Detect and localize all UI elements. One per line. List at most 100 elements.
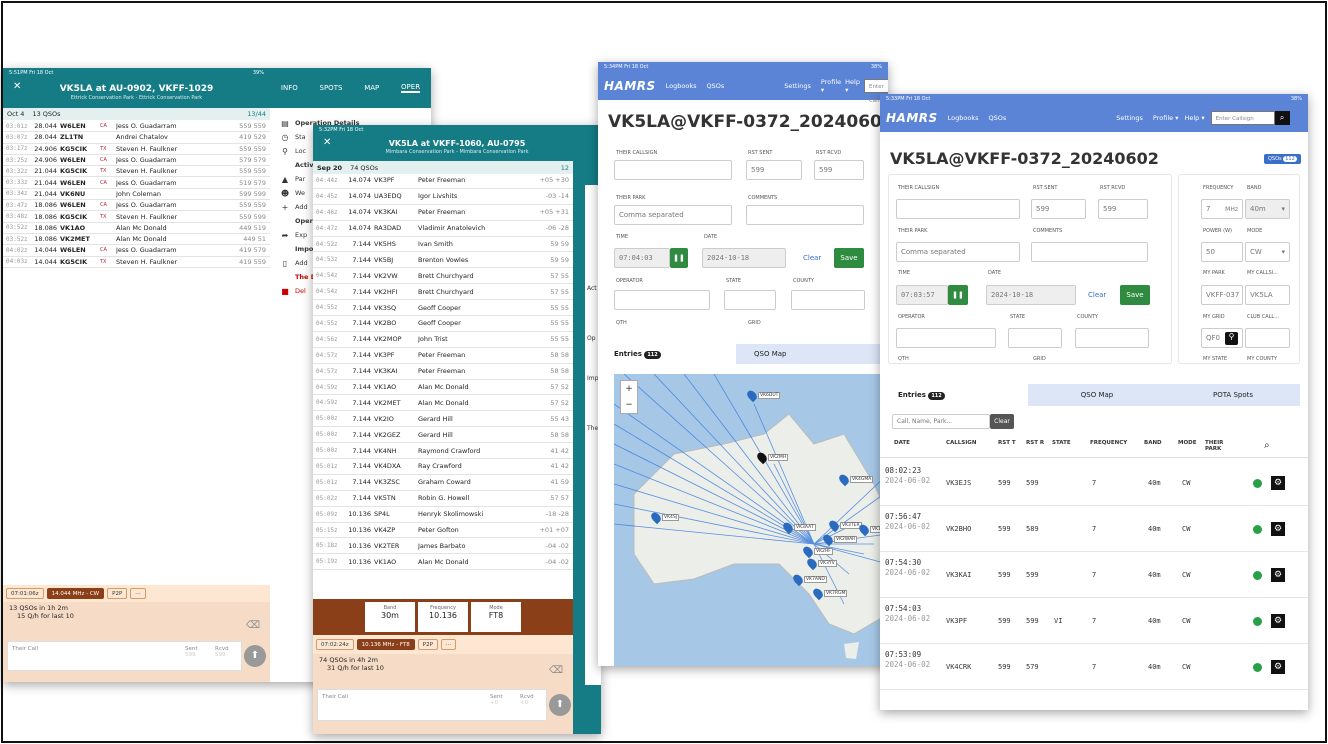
pause-button[interactable]: ❚❚ xyxy=(948,285,968,305)
qso-row[interactable]: 03:47z 18.086 W6LEN CA Jess O. Guadarram 559 … xyxy=(3,200,270,212)
qso-row[interactable]: 05:01z 7.144 VK3ZSC Graham Coward 41 59 xyxy=(313,475,573,491)
sent-input[interactable]: Sent 599 xyxy=(181,642,211,670)
tab-info[interactable]: INFO xyxy=(281,84,298,92)
their-callsign-input[interactable] xyxy=(614,160,732,180)
rst-sent-input[interactable]: 599 xyxy=(746,160,802,180)
filter-clear-button[interactable]: Clear xyxy=(990,414,1014,429)
rcvd-input[interactable]: Rcvd +0 xyxy=(516,690,546,720)
close-icon[interactable]: ✕ xyxy=(13,81,21,92)
nav-qsos[interactable]: QSOs xyxy=(989,114,1007,122)
clear-link[interactable]: Clear xyxy=(803,254,821,262)
qso-row[interactable]: 03:34z 21.044 VK6NU John Coleman 599 599 xyxy=(3,189,270,201)
column-header[interactable]: DATE xyxy=(894,440,938,446)
qso-row[interactable]: 04:02z 14.044 W6LEN CA Jess O. Guadarram 419 … xyxy=(3,245,270,257)
qso-row[interactable]: 04:46z 14.074 VK3KAI Peter Freeman +05 +31 xyxy=(313,205,573,221)
qsos-badge[interactable]: QSOs 112 xyxy=(1264,154,1301,164)
comments-input[interactable] xyxy=(746,205,864,225)
tab-oper[interactable]: OPER xyxy=(401,83,421,93)
my-park-input[interactable]: VKFF-037 xyxy=(1201,285,1243,305)
gear-icon[interactable]: ⚙ xyxy=(1271,476,1285,490)
entries-filter-input[interactable]: Call, Name, Park... xyxy=(892,414,990,429)
qso-row[interactable]: 05:15z 10.136 VK4ZP Peter Gofton +01 +07 xyxy=(313,523,573,539)
mode-box[interactable]: Mode FT8 xyxy=(471,602,521,632)
qso-row[interactable]: 04:56z 7.144 VK2MOP John Trist 55 55 xyxy=(313,332,573,348)
rcvd-input[interactable]: Rcvd 599 xyxy=(211,642,241,670)
qso-row[interactable]: 04:55z 7.144 VK3SQ Geoff Cooper 55 55 xyxy=(313,300,573,317)
nav-settings[interactable]: Settings xyxy=(784,82,811,90)
operator-input[interactable] xyxy=(896,328,996,348)
qso-row[interactable]: 04:54z 7.144 VK2HFI Brett Churchyard 57 55 xyxy=(313,284,573,301)
tab-map[interactable]: MAP xyxy=(364,84,379,92)
frequency-box[interactable]: Frequency 10.136 xyxy=(418,602,468,632)
qso-row[interactable]: 04:55z 7.144 VK2BO Geoff Cooper 55 55 xyxy=(313,316,573,332)
county-input[interactable] xyxy=(791,290,865,310)
operator-input[interactable] xyxy=(614,290,710,310)
qso-row[interactable]: 04:59z 7.144 VK2MET Alan Mc Donald 57 52 xyxy=(313,395,573,412)
tab-entries[interactable]: Entries 112 xyxy=(888,384,1028,406)
mode-chip[interactable]: P2P xyxy=(107,588,128,599)
qso-row[interactable]: 03:48z 18.086 KG5CIK TX Steven H. Faulkner 55… xyxy=(3,211,270,223)
qso-row[interactable]: 03:07z 28.044 ZL1TN Andrei Chatalov 419 529 xyxy=(3,132,270,144)
more-chip[interactable]: ⋯ xyxy=(440,639,457,650)
rst-rcvd-input[interactable]: 599 xyxy=(814,160,864,180)
qso-row[interactable]: 05:00z 7.144 VK2IO Gerard Hill 55 43 xyxy=(313,411,573,428)
gear-icon[interactable]: ⚙ xyxy=(1271,660,1285,674)
club-call-input[interactable] xyxy=(1245,328,1290,348)
qso-row[interactable]: 04:03z 14.044 KG5CIK TX Steven H. Faulkner 41… xyxy=(3,257,270,268)
clear-link[interactable]: Clear xyxy=(1088,291,1106,299)
qso-row[interactable]: 03:17z 24.906 KG5CIK TX Steven H. Faulkner 55… xyxy=(3,144,270,155)
log-button[interactable]: ⬆ xyxy=(244,645,266,667)
tab-pota-spots[interactable]: POTA Spots xyxy=(1166,391,1300,399)
date-input[interactable]: 2024-10-18 xyxy=(986,285,1076,305)
qso-row[interactable]: 05:18z 10.136 VK2TER James Barbato -04 -02 xyxy=(313,538,573,555)
close-icon[interactable]: ✕ xyxy=(323,137,331,148)
tab-entries[interactable]: Entries 112 xyxy=(606,350,736,359)
tab-qso-map[interactable]: QSO Map xyxy=(736,344,888,364)
my-callsign-input[interactable]: VK5LA xyxy=(1245,285,1290,305)
rst-rcvd-input[interactable]: 599 xyxy=(1098,199,1148,219)
search-icon[interactable]: ⌕ xyxy=(1264,440,1270,451)
entry-row[interactable]: 07:54:30 2024-06-02 VK3KAI 599 599 7 40m CW ⚙ xyxy=(880,552,1308,598)
my-grid-input[interactable]: QF0 ⚲ xyxy=(1201,328,1243,348)
their-call-input[interactable]: Their Call xyxy=(318,690,486,720)
qso-row[interactable]: 03:52z 18.086 VK1AO Alan Mc Donald 449 519 xyxy=(3,223,270,234)
their-callsign-input[interactable] xyxy=(896,199,1020,219)
clear-icon[interactable]: ⌫ xyxy=(549,665,563,676)
tab-qso-map[interactable]: QSO Map xyxy=(1028,391,1166,399)
time-input[interactable]: 07:04:03 xyxy=(614,248,670,268)
save-button[interactable]: Save xyxy=(1120,285,1150,305)
qso-row[interactable]: 05:02z 7.144 VK5TN Robin G. Howell 57 57 xyxy=(313,491,573,507)
qso-row[interactable]: 05:00z 7.144 VK4NH Raymond Crawford 41 42 xyxy=(313,443,573,460)
qso-row[interactable]: 04:44z 14.074 VK3PF Peter Freeman +05 +30 xyxy=(313,173,573,189)
comments-input[interactable] xyxy=(1031,242,1148,262)
entry-row[interactable]: 08:02:23 2024-06-02 VK3EJS 599 599 7 40m CW ⚙ xyxy=(880,460,1308,506)
callsign-search-input[interactable]: Enter Callsign xyxy=(1210,111,1275,125)
qso-row[interactable]: 05:00z 7.144 VK2GEZ Gerard Hill 58 58 xyxy=(313,427,573,444)
nav-logbooks[interactable]: Logbooks xyxy=(948,114,979,122)
nav-logbooks[interactable]: Logbooks xyxy=(666,82,697,90)
nav-profile[interactable]: Profile ▾ xyxy=(821,78,841,94)
frequency-chip[interactable]: 10.136 MHz - FT8 xyxy=(356,639,415,650)
entry-row[interactable]: 07:54:03 2024-06-02 VK3PF 599 599 VI 7 40m CW ⚙ xyxy=(880,598,1308,644)
nav-qsos[interactable]: QSOs xyxy=(707,82,725,90)
qso-row[interactable]: 04:57z 7.144 VK3PF Peter Freeman 58 58 xyxy=(313,348,573,364)
power-input[interactable]: 50 xyxy=(1201,242,1243,262)
qso-row[interactable]: 03:52z 18.086 VK2MET Alan Mc Donald 449 51 xyxy=(3,234,270,246)
date-input[interactable]: 2024-10-18 xyxy=(702,248,786,268)
frequency-input[interactable]: 7 MHz xyxy=(1201,199,1243,219)
state-input[interactable] xyxy=(1008,328,1062,348)
qso-row[interactable]: 04:54z 7.144 VK2VW Brett Churchyard 57 55 xyxy=(313,268,573,285)
search-icon[interactable]: ⌕ xyxy=(1274,111,1290,125)
column-header[interactable]: CALLSIGN xyxy=(946,440,990,446)
gear-icon[interactable]: ⚙ xyxy=(1271,522,1285,536)
band-select[interactable]: 40m ▾ xyxy=(1245,199,1290,219)
time-input[interactable]: 07:03:57 xyxy=(896,285,948,305)
sent-input[interactable]: Sent +0 xyxy=(486,690,516,720)
more-chip[interactable]: ⋯ xyxy=(130,588,146,599)
qso-row[interactable]: 04:53z 7.144 VK5BJ Brenton Vowles 59 59 xyxy=(313,252,573,269)
qso-row[interactable]: 05:01z 7.144 VK4DXA Ray Crawford 41 42 xyxy=(313,459,573,475)
column-header[interactable]: FREQUENCY xyxy=(1090,440,1134,446)
clear-icon[interactable]: ⌫ xyxy=(246,620,260,631)
nav-help[interactable]: Help ▾ xyxy=(845,78,860,94)
qso-row[interactable]: 03:32z 21.044 KG5CIK TX Steven H. Faulkner 55… xyxy=(3,166,270,178)
